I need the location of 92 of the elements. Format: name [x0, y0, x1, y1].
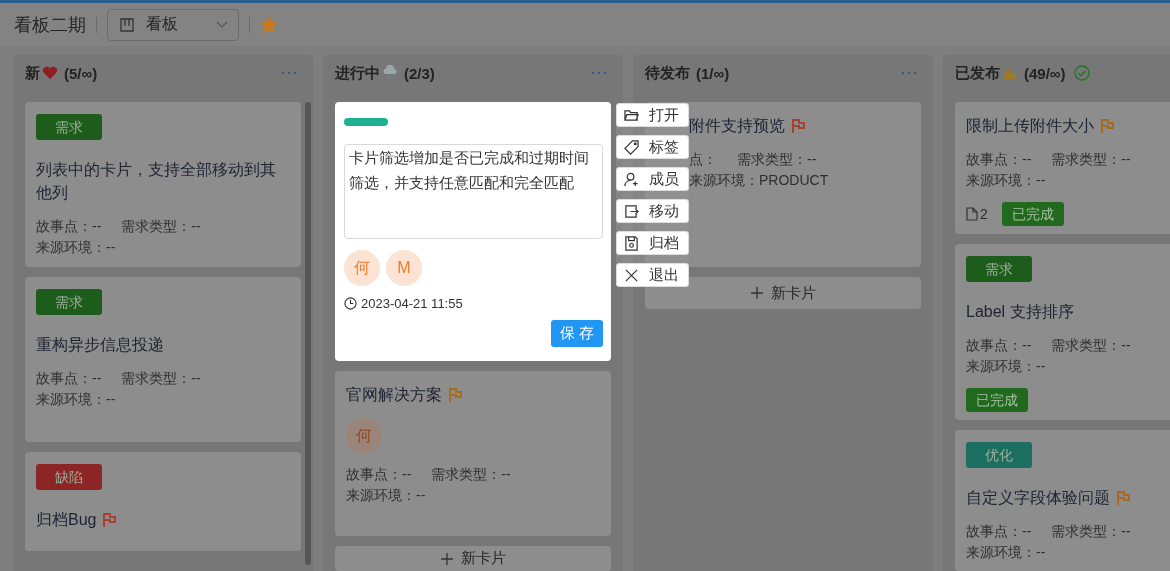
column-count: (5/∞)	[64, 64, 98, 82]
save-icon	[624, 235, 639, 251]
cloud-icon	[382, 65, 398, 81]
context-menu-item[interactable]: 成员	[616, 167, 689, 191]
context-menu-item[interactable]: 标签	[616, 135, 689, 159]
board-icon	[120, 17, 134, 32]
type-tag: 需求	[36, 289, 102, 315]
card-field: 来源环境：--	[36, 389, 116, 410]
column-count: (1/∞)	[696, 64, 730, 82]
task-card[interactable]: 需求 重构异步信息投递 故事点：-- 需求类型：-- 来源环境：--	[25, 277, 301, 442]
context-menu-item[interactable]: 退出	[616, 263, 689, 287]
card-field: 故事点：--	[966, 521, 1032, 542]
more-icon[interactable]	[591, 71, 607, 75]
card-field: 需求类型：--	[1051, 521, 1131, 542]
file-icon	[966, 207, 978, 221]
card-title: 附件支持预览	[689, 116, 785, 136]
exit-arrow-icon	[624, 203, 639, 219]
context-menu-item[interactable]: 归档	[616, 231, 689, 255]
close-icon	[624, 267, 639, 283]
flag-icon	[791, 118, 806, 133]
task-card[interactable]: 需求 列表中的卡片，支持全部移动到其他列 故事点：-- 需求类型：-- 来源环境：--	[25, 102, 301, 267]
card-field: 来源环境：PRODUCT	[689, 170, 829, 191]
flag-icon	[1100, 118, 1115, 133]
card-field: 需求类型：--	[1051, 149, 1131, 170]
card-field: 需求类型：--	[1051, 335, 1131, 356]
card-field: 来源环境：--	[966, 170, 1046, 191]
flag-icon	[1116, 490, 1131, 505]
folder-icon	[624, 107, 639, 123]
task-card[interactable]: 限制上传附件大小 故事点：-- 需求类型：-- 来源环境：-- 2 已完成	[955, 102, 1170, 234]
more-icon[interactable]	[281, 71, 297, 75]
column-count: (49/∞)	[1024, 64, 1066, 82]
task-card[interactable]: 需求 Label 支持排序 故事点：-- 需求类型：-- 来源环境：-- 已完成	[955, 244, 1170, 420]
card-title: 自定义字段体验问题	[966, 488, 1110, 508]
task-card[interactable]: 缺陷 归档Bug	[25, 452, 301, 551]
card-field: 需求类型：--	[121, 216, 201, 237]
view-select[interactable]: 看板	[107, 8, 239, 41]
status-tag: 已完成	[966, 388, 1028, 412]
flag-icon	[102, 512, 118, 527]
plus-icon	[440, 552, 453, 565]
tag-icon	[624, 139, 639, 155]
new-card-button[interactable]: 新卡片	[335, 546, 611, 571]
chevron-down-icon	[216, 20, 228, 29]
context-menu-item[interactable]: 移动	[616, 199, 689, 223]
type-tag: 需求	[36, 114, 102, 140]
avatar: 何	[344, 250, 380, 286]
card-field: 故事点：--	[966, 335, 1032, 356]
plus-icon	[750, 287, 763, 299]
flexed-arm-icon	[1002, 65, 1018, 81]
card-field: 需求类型：--	[737, 149, 817, 170]
due-date: 2023-04-21 11:55	[361, 296, 463, 311]
avatar: M	[386, 250, 422, 286]
column-title: 进行中	[335, 63, 380, 83]
status-tag: 已完成	[1001, 202, 1064, 226]
card-field: 需求类型：--	[431, 464, 511, 485]
card-field: 故事点：--	[36, 216, 102, 237]
card-title: 列表中的卡片，支持全部移动到其他列	[36, 160, 277, 203]
avatar: 何	[346, 418, 382, 454]
card-field: 点：	[689, 149, 717, 170]
card-title: Label 支持排序	[966, 302, 1074, 322]
clock-icon	[344, 297, 357, 310]
star-icon[interactable]	[260, 15, 278, 34]
context-menu-item[interactable]: 打开	[616, 103, 689, 127]
heart-icon	[42, 66, 58, 80]
card-field: 来源环境：--	[36, 237, 116, 258]
task-card[interactable]: 官网解决方案 何 故事点：-- 需求类型：-- 来源环境：--	[335, 371, 611, 536]
card-field: 来源环境：--	[966, 356, 1046, 377]
card-title: 重构异步信息投递	[36, 335, 164, 355]
column-title: 新	[25, 63, 40, 83]
card-text-field[interactable]: 卡片筛选增加是否已完成和过期时间筛选，并支持任意匹配和完全匹配	[344, 144, 603, 239]
scrollbar[interactable]	[305, 102, 311, 565]
type-tag: 优化	[966, 442, 1032, 468]
card-field: 来源环境：--	[346, 485, 426, 506]
save-button[interactable]: 保 存	[550, 320, 603, 347]
card-field: 故事点：--	[36, 368, 102, 389]
board-title: 看板二期	[14, 13, 86, 37]
more-icon[interactable]	[901, 71, 917, 75]
card-field: 故事点：--	[346, 464, 412, 485]
type-tag: 需求	[966, 256, 1032, 282]
task-card[interactable]: 优化 自定义字段体验问题 故事点：-- 需求类型：-- 来源环境：--	[955, 430, 1170, 571]
card-field: 需求类型：--	[121, 368, 201, 389]
attachment-count: 2	[966, 206, 988, 222]
user-icon	[624, 171, 639, 187]
column-title: 已发布	[955, 63, 1000, 83]
card-field: 来源环境：--	[966, 542, 1046, 563]
type-tag: 缺陷	[36, 464, 102, 490]
card-title: 官网解决方案	[346, 385, 442, 405]
flag-icon	[448, 387, 463, 402]
card-field: 故事点：--	[966, 149, 1032, 170]
card-title: 归档Bug	[36, 510, 97, 530]
column-count: (2/3)	[404, 64, 435, 82]
column-title: 待发布	[645, 63, 690, 83]
card-title: 限制上传附件大小	[966, 116, 1094, 136]
